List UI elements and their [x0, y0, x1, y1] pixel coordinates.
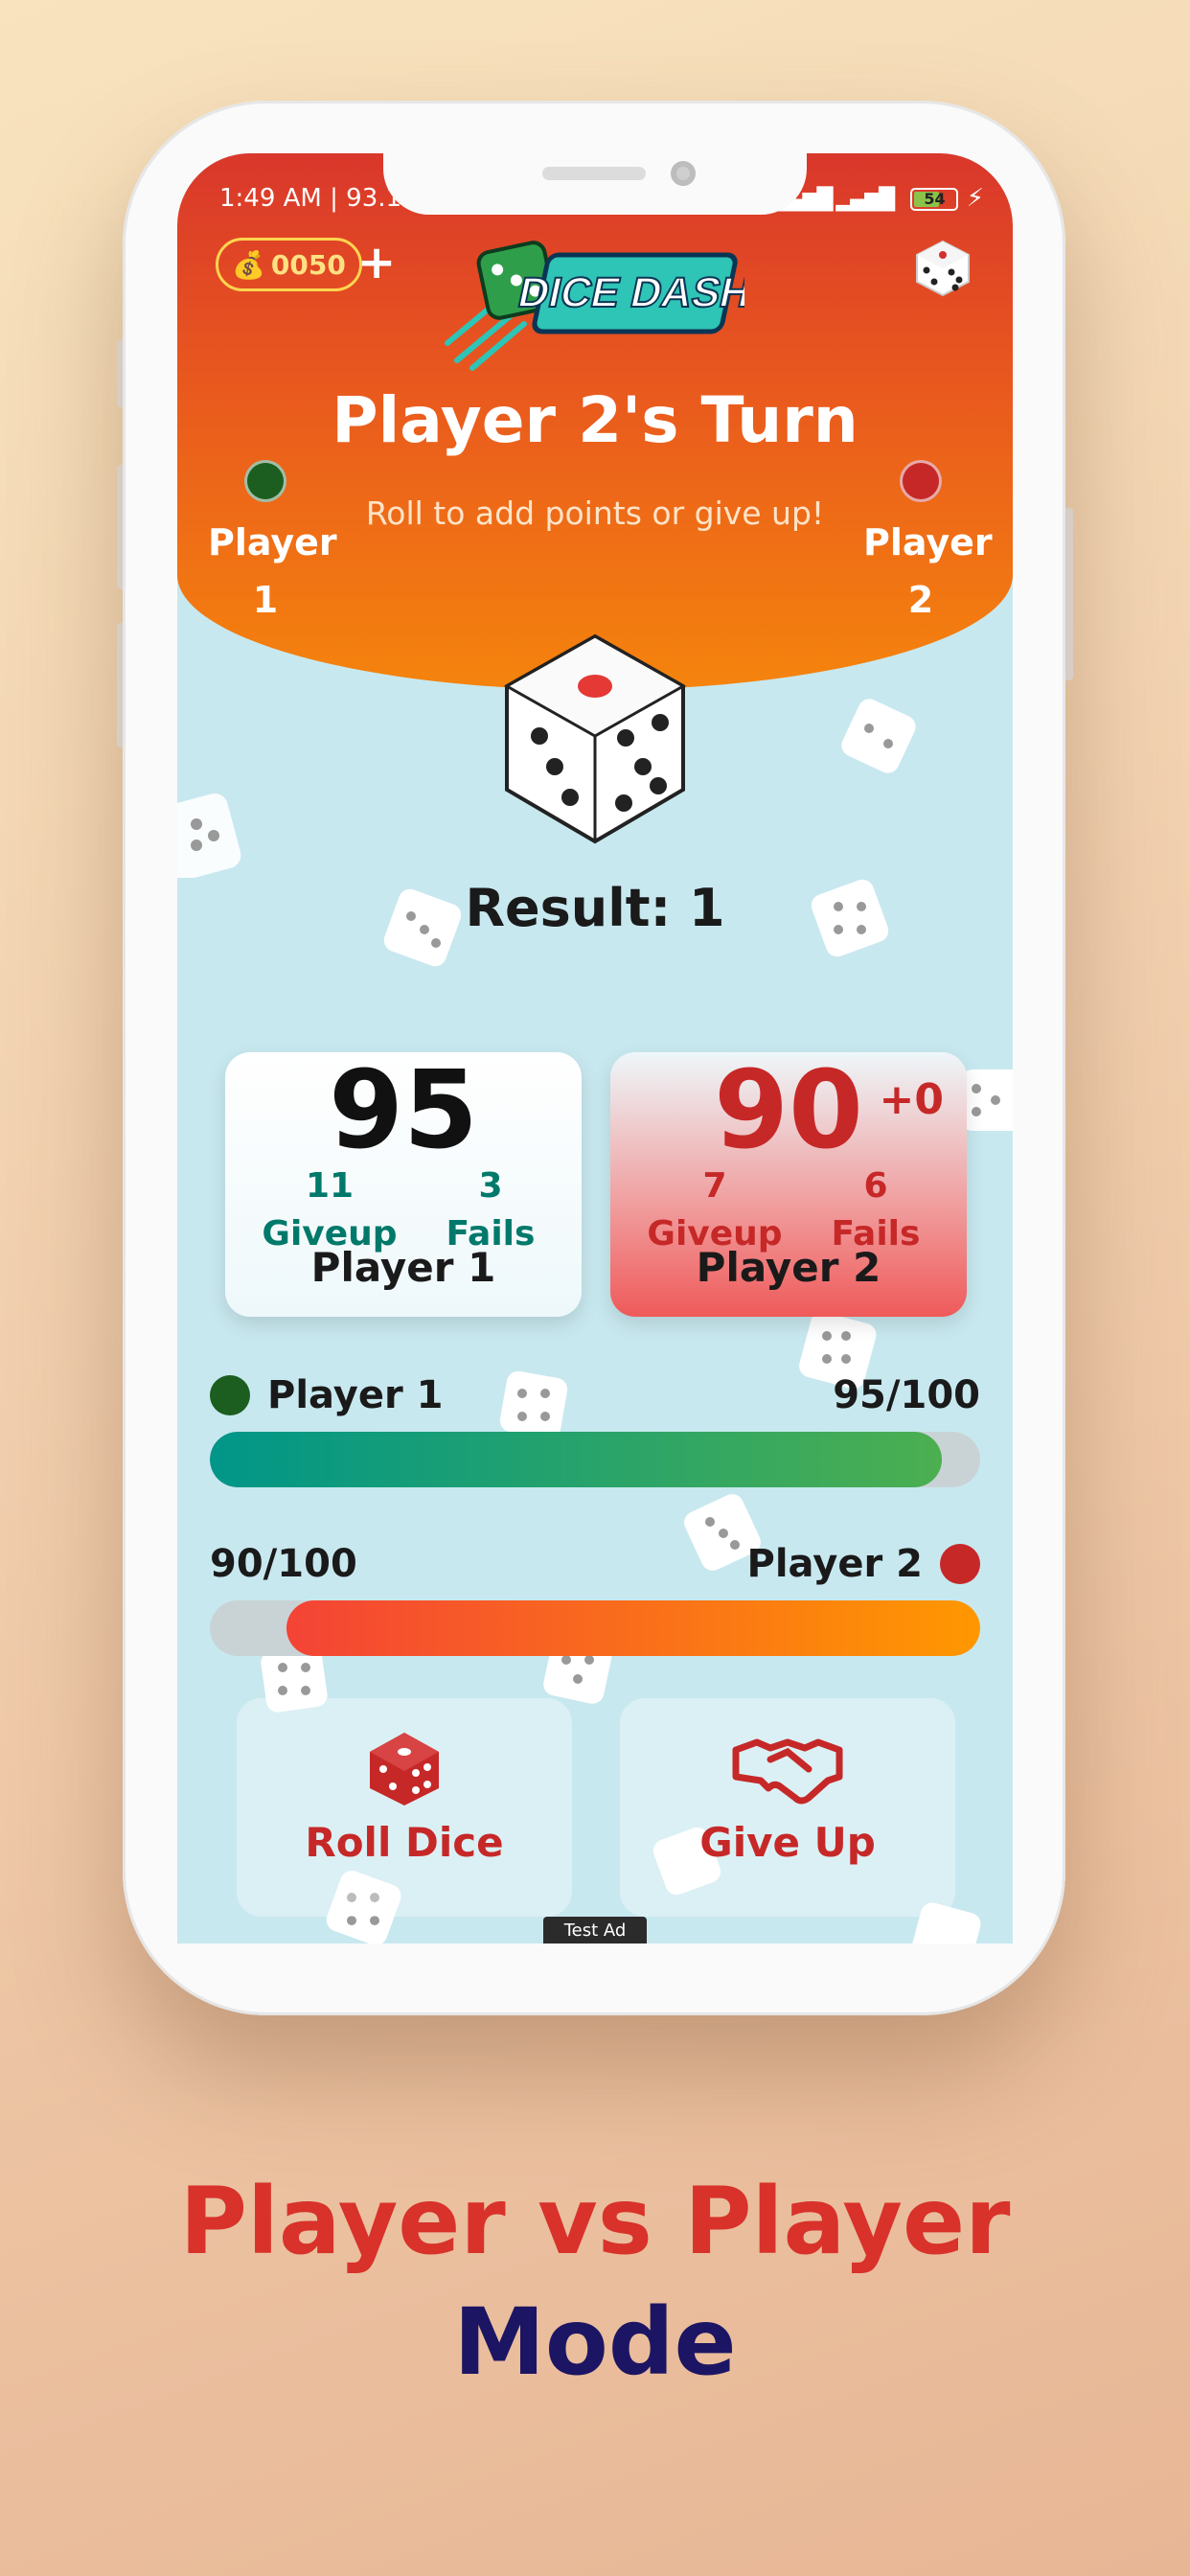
handshake-icon — [732, 1738, 843, 1805]
player2-marker: Player 2 — [863, 460, 993, 629]
player1-progress-dot — [210, 1375, 250, 1415]
dice-icon — [370, 1733, 439, 1806]
player2-color-dot — [900, 460, 942, 502]
player2-card-name: Player 2 — [696, 1244, 881, 1291]
player2-progress-name: Player 2 — [746, 1542, 923, 1586]
rolled-dice-icon — [503, 633, 687, 844]
player2-giveup-count: 7 — [702, 1166, 727, 1206]
svg-text:DICE DASH: DICE DASH — [514, 269, 744, 315]
caption-line-1: Player vs Player — [179, 2168, 1011, 2275]
player1-progress-header: Player 1 95/100 — [210, 1367, 980, 1424]
player2-score-delta: +0 — [879, 1075, 944, 1124]
roll-result: Result: 1 — [465, 878, 725, 938]
player1-marker: Player 1 — [208, 460, 337, 629]
player1-marker-label: Player 1 — [208, 521, 337, 621]
player1-progress-bar — [210, 1432, 980, 1487]
player1-progress-fill — [210, 1432, 942, 1487]
turn-header: 1:49 AM | 93.1 ▂▄▆█ ▂▄▆█ 54 ⚡ 💰 0050 + D… — [177, 153, 1013, 690]
player2-progress-fill — [286, 1600, 980, 1656]
player2-progress-value: 90/100 — [210, 1542, 357, 1586]
player2-progress-bar — [210, 1600, 980, 1656]
add-coins-button[interactable]: + — [357, 236, 396, 289]
test-ad-banner[interactable]: Test Ad — [543, 1917, 647, 1944]
dice-settings-icon[interactable] — [913, 238, 973, 297]
player1-progress-value: 95/100 — [833, 1373, 980, 1417]
battery-icon: 54 — [910, 187, 959, 211]
give-up-label: Give Up — [699, 1819, 876, 1866]
player2-fails-count: 6 — [863, 1166, 888, 1206]
coin-balance[interactable]: 💰 0050 — [216, 238, 362, 291]
player2-progress-header: 90/100 Player 2 — [210, 1535, 980, 1593]
phone-notch — [383, 151, 807, 215]
status-indicators: ▂▄▆█ ▂▄▆█ 54 ⚡ — [774, 184, 984, 213]
phone-camera — [671, 161, 696, 186]
money-bag-icon: 💰 — [232, 248, 265, 281]
player1-color-dot — [244, 460, 286, 502]
turn-title: Player 2's Turn — [332, 383, 858, 457]
status-time: 1:49 AM | 93.1 — [219, 184, 402, 213]
player1-progress-name: Player 1 — [267, 1373, 444, 1417]
player1-score: 95 — [329, 1048, 478, 1173]
app-screen: 1:49 AM | 93.1 ▂▄▆█ ▂▄▆█ 54 ⚡ 💰 0050 + D… — [177, 153, 1013, 1944]
roll-dice-button[interactable]: Roll Dice — [237, 1698, 572, 1917]
player2-score-card: 90 +0 7 Giveup 6 Fails Player 2 — [610, 1048, 967, 1317]
roll-dice-label: Roll Dice — [305, 1819, 504, 1866]
coin-count: 0050 — [270, 248, 346, 281]
charging-icon: ⚡ — [966, 184, 984, 213]
player1-fails-count: 3 — [478, 1166, 503, 1206]
phone-speaker — [542, 167, 646, 180]
player1-giveup-count: 11 — [305, 1166, 355, 1206]
player1-card-name: Player 1 — [310, 1244, 496, 1291]
give-up-button[interactable]: Give Up — [620, 1698, 955, 1917]
player2-progress-dot — [940, 1544, 980, 1584]
decorative-dice-icon — [841, 699, 916, 773]
player2-marker-label: Player 2 — [863, 521, 993, 621]
dice-dash-logo: DICE DASH — [445, 241, 744, 371]
decorative-dice-icon — [177, 794, 241, 878]
caption-line-2: Mode — [453, 2288, 737, 2396]
player1-score-card: 95 11 Giveup 3 Fails Player 1 — [225, 1048, 582, 1317]
